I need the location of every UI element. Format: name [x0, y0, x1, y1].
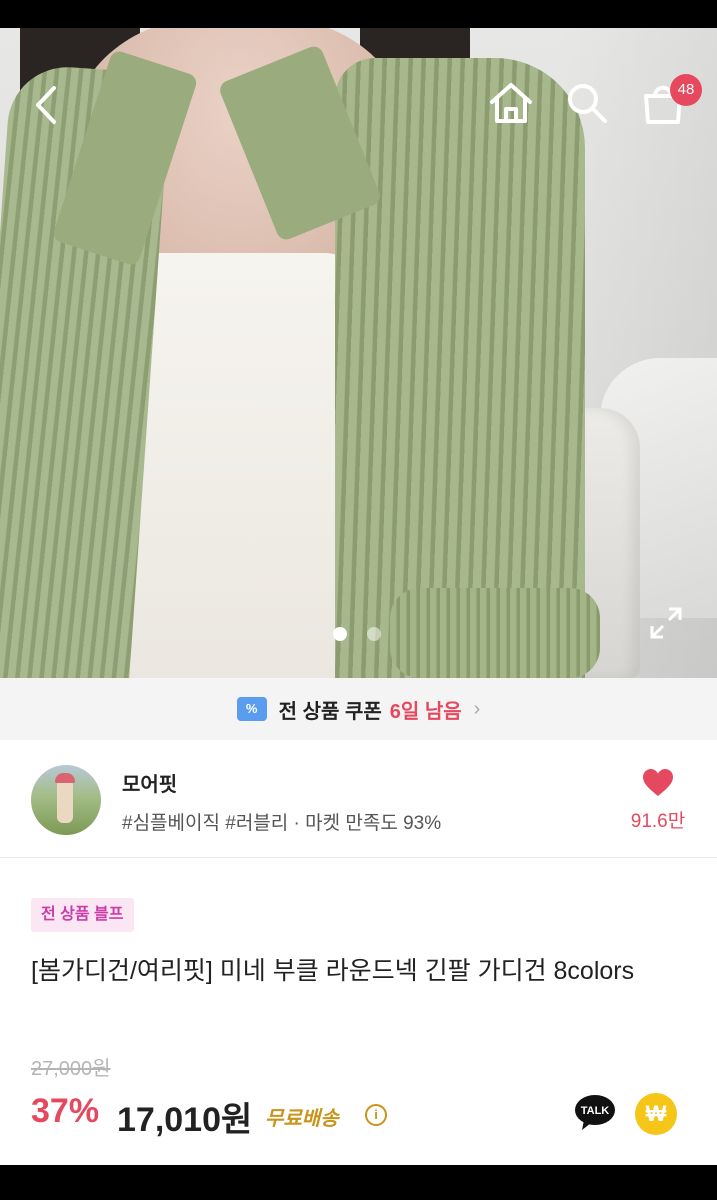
free-shipping-label: 무료배송 [265, 1108, 339, 1130]
svg-text:TALK: TALK [581, 1105, 610, 1117]
back-button[interactable] [32, 80, 62, 130]
home-icon [490, 83, 532, 123]
favorite-count: 91.6만 [630, 811, 686, 832]
home-button[interactable] [486, 78, 536, 128]
product-title: [봄가디건/여리핏] 미네 부클 라운드넥 긴팔 가디건 8colors [31, 957, 635, 985]
sale-price: 17,010원 [117, 1101, 253, 1139]
pay-won-icon: ₩ [645, 1101, 667, 1126]
store-avatar[interactable] [31, 765, 101, 835]
promo-badge: 전 상품 블프 [31, 898, 134, 932]
coupon-banner[interactable]: 전 상품 쿠폰 6일 남음 › [0, 678, 717, 740]
heart-icon [643, 769, 673, 796]
search-icon [568, 84, 607, 123]
back-icon [36, 86, 56, 124]
info-icon[interactable]: i [365, 1104, 387, 1126]
coupon-icon [236, 697, 267, 721]
product-info: 전 상품 블프 [봄가디건/여리핏] 미네 부클 라운드넥 긴팔 가디건 8co… [0, 858, 717, 1165]
original-price: 27,000원 [31, 1058, 111, 1080]
store-info: 모어핏 #심플베이직 #러블리 · 마켓 만족도 93% 91.6만 [0, 740, 717, 858]
pay-button[interactable]: ₩ [635, 1093, 677, 1135]
favorite-button[interactable]: 91.6만 [618, 768, 698, 833]
discount-rate: 37% [31, 1092, 100, 1130]
pagination-dot[interactable] [367, 627, 381, 641]
cart-count-badge: 48 [670, 74, 702, 106]
avatar-hat [55, 773, 75, 783]
store-name[interactable]: 모어핏 [122, 768, 177, 797]
kakaotalk-icon: TALK [575, 1095, 615, 1130]
bottom-system-bar [0, 1165, 717, 1200]
expand-icon [650, 607, 682, 639]
coupon-days-left: 6일 남음 [389, 700, 462, 723]
photo-cardigan-right [335, 58, 585, 678]
avatar-figure [57, 779, 73, 823]
expand-image-button[interactable] [646, 603, 686, 643]
kakaotalk-button[interactable]: TALK [574, 1094, 616, 1132]
chevron-right-icon: › [473, 697, 481, 720]
store-tags: #심플베이직 #러블리 · 마켓 만족도 93% [122, 813, 442, 834]
photo-cardigan-cuff [390, 588, 600, 678]
search-button[interactable] [562, 78, 612, 128]
coupon-text: 전 상품 쿠폰 [278, 700, 382, 723]
status-bar [0, 0, 717, 28]
pagination-dot-active[interactable] [333, 627, 347, 641]
